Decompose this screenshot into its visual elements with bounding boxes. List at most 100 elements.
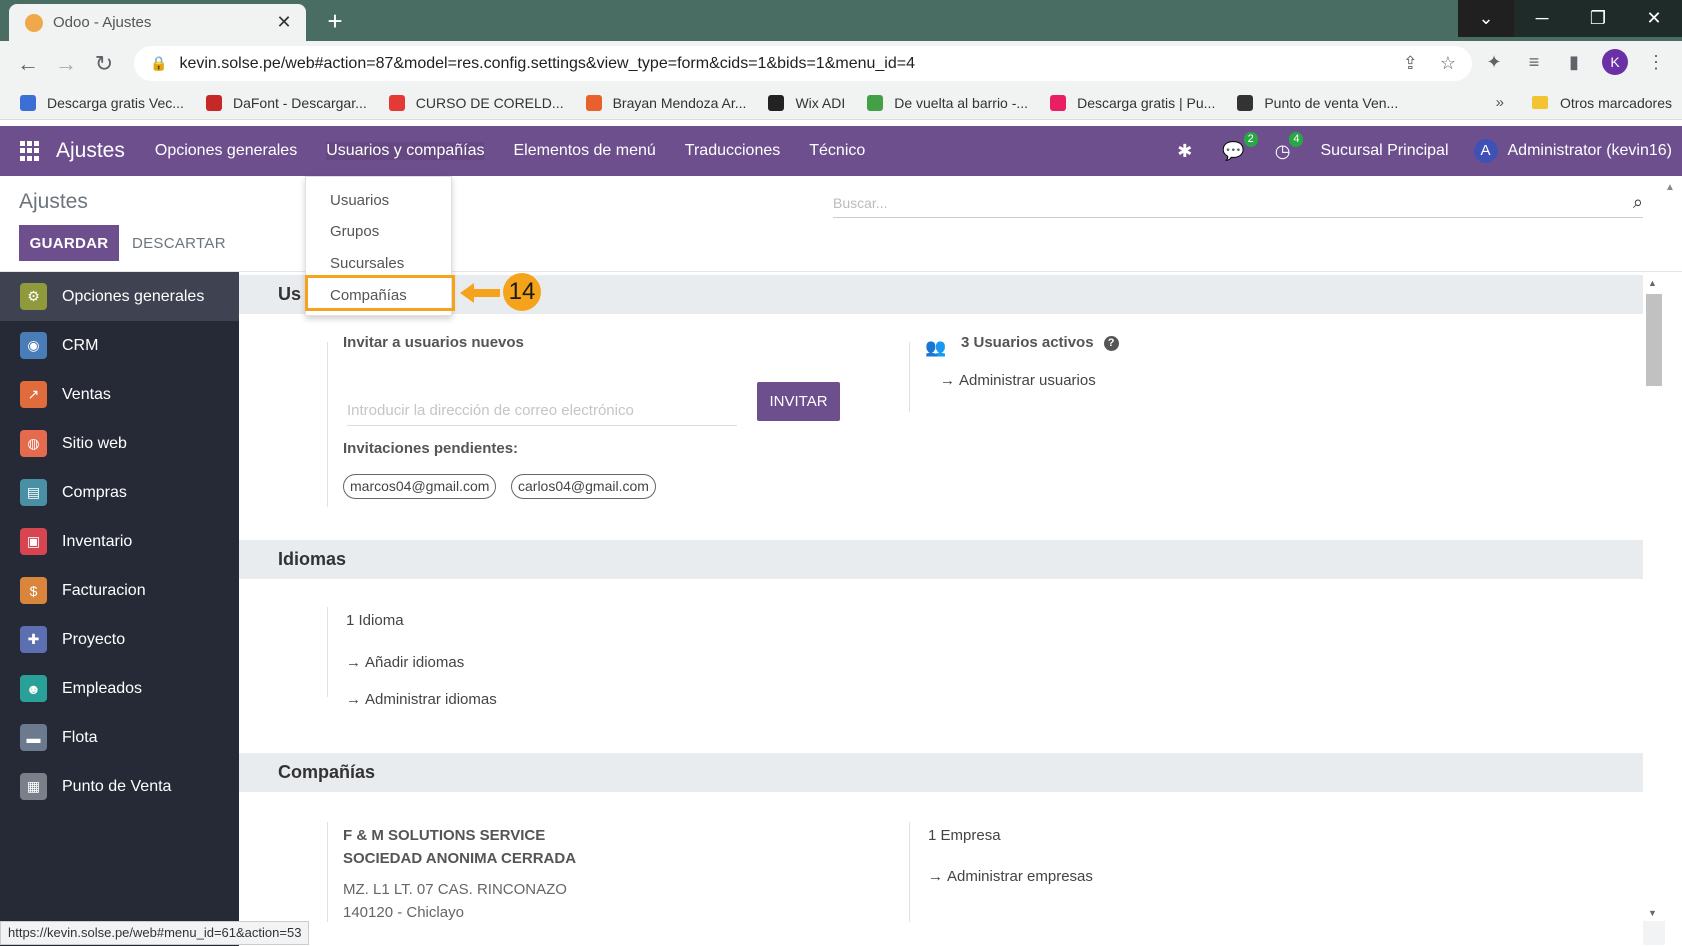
forward-arrow-icon[interactable]: →: [50, 48, 82, 80]
scroll-up-arrow-icon[interactable]: ▲: [1665, 182, 1675, 193]
settings-sidebar: ⚙ Opciones generales ◉ CRM ↗ Ventas ◍ Sitio web…: [0, 272, 239, 946]
url-text[interactable]: kevin.solse.pe/web#action=87&model=res.c…: [179, 55, 1380, 73]
user-avatar[interactable]: A: [1473, 139, 1498, 163]
bookmark-label: Descarga gratis Vec...: [47, 94, 184, 111]
more-menu-icon[interactable]: ⋮: [1644, 52, 1668, 73]
menu-tecnico[interactable]: Técnico: [809, 142, 865, 160]
sidebar-item[interactable]: ▣ Inventario: [0, 517, 239, 566]
sidebar-item-label: Inventario: [62, 532, 133, 550]
sidebar-item[interactable]: ✚ Proyecto: [0, 615, 239, 664]
divider: [909, 822, 910, 922]
reload-icon[interactable]: ↻: [88, 48, 120, 80]
address-bar[interactable]: 🔒 kevin.solse.pe/web#action=87&model=res…: [134, 46, 1472, 81]
more-bookmarks-icon[interactable]: »: [1496, 94, 1504, 111]
pending-invite-chip[interactable]: carlos04@gmail.com: [511, 474, 656, 499]
browser-tab[interactable]: Odoo - Ajustes ✕: [9, 4, 306, 41]
sidebar-item[interactable]: $ Facturacion: [0, 566, 239, 615]
restore-icon[interactable]: ❐: [1570, 0, 1626, 37]
manage-languages-link[interactable]: → Administrar idiomas: [346, 691, 497, 708]
sidebar-item-label: Sitio web: [62, 434, 127, 452]
app-icon: ◉: [20, 332, 47, 359]
sidebar-item-label: Flota: [62, 728, 98, 746]
extensions-icon[interactable]: ✦: [1482, 52, 1506, 73]
lock-icon: 🔒: [150, 55, 168, 71]
sidebar-item[interactable]: ◉ CRM: [0, 321, 239, 370]
branch-switcher[interactable]: Sucursal Principal: [1320, 142, 1448, 160]
side-panel-icon[interactable]: ▮: [1562, 52, 1586, 73]
bookmark-item[interactable]: De vuelta al barrio -...: [867, 94, 1028, 111]
manage-users-link[interactable]: → Administrar usuarios: [940, 372, 1096, 389]
window-controls: ⌄ ─ ❐ ✕: [1458, 0, 1682, 37]
app-icon: ▬: [20, 724, 47, 751]
new-tab-button[interactable]: +: [320, 6, 350, 36]
page-title: Ajustes: [19, 190, 88, 213]
activities-clock-icon[interactable]: ◷ 4: [1275, 131, 1304, 162]
odoo-navbar: Ajustes Opciones generales Usuarios y co…: [0, 126, 1682, 176]
bookmark-item[interactable]: Brayan Mendoza Ar...: [585, 94, 747, 111]
scroll-down-icon[interactable]: ▼: [1648, 908, 1657, 918]
browser-tab-bar: Odoo - Ajustes ✕ + ⌄ ─ ❐ ✕: [0, 0, 1682, 41]
menu-elementos-menu[interactable]: Elementos de menú: [513, 142, 655, 160]
app-menu-grid-icon[interactable]: [20, 141, 40, 161]
bookmark-item[interactable]: Descarga gratis Vec...: [20, 94, 184, 111]
other-bookmarks-folder[interactable]: Otros marcadores: [1531, 95, 1672, 111]
sidebar-item[interactable]: ◍ Sitio web: [0, 419, 239, 468]
save-button[interactable]: GUARDAR: [19, 225, 119, 261]
add-languages-link[interactable]: → Añadir idiomas: [346, 654, 464, 671]
user-menu[interactable]: Administrator (kevin16): [1508, 142, 1673, 160]
app-brand[interactable]: Ajustes: [56, 139, 125, 163]
sidebar-item-label: Opciones generales: [62, 287, 205, 305]
media-queue-icon[interactable]: ≡: [1522, 52, 1546, 73]
manage-companies-link[interactable]: → Administrar empresas: [928, 868, 1093, 885]
profile-avatar[interactable]: K: [1602, 49, 1628, 75]
menu-traducciones[interactable]: Traducciones: [685, 142, 780, 160]
bookmark-label: Brayan Mendoza Ar...: [612, 94, 747, 111]
debug-bug-icon[interactable]: ✱: [1177, 141, 1192, 162]
company-name-line-1: F & M SOLUTIONS SERVICE: [343, 827, 546, 844]
dropdown-item-grupos[interactable]: Grupos: [330, 223, 379, 240]
invite-email-input[interactable]: [347, 396, 737, 426]
scrollbar-thumb[interactable]: [1646, 294, 1662, 386]
sidebar-item[interactable]: ▤ Compras: [0, 468, 239, 517]
divider: [327, 607, 328, 697]
scroll-up-icon[interactable]: ▲: [1648, 278, 1657, 288]
dropdown-item-sucursales[interactable]: Sucursales: [330, 255, 404, 272]
bookmark-label: DaFont - Descargar...: [232, 94, 367, 111]
dropdown-item-usuarios[interactable]: Usuarios: [330, 192, 389, 209]
search-input[interactable]: [833, 194, 1633, 211]
close-tab-icon[interactable]: ✕: [274, 12, 294, 33]
sidebar-item-label: Empleados: [62, 679, 143, 697]
search-icon[interactable]: ⌕: [1633, 192, 1643, 213]
sidebar-item[interactable]: ▬ Flota: [0, 713, 239, 762]
bookmark-item[interactable]: Descarga gratis | Pu...: [1050, 94, 1216, 111]
main-scrollbar[interactable]: ▲ ▼: [1643, 276, 1665, 920]
help-icon[interactable]: ?: [1103, 335, 1119, 351]
add-languages-label: Añadir idiomas: [365, 654, 465, 671]
discard-button[interactable]: DESCARTAR: [132, 235, 226, 252]
divider: [909, 342, 910, 412]
invite-button[interactable]: INVITAR: [757, 382, 840, 421]
pending-invite-chip[interactable]: marcos04@gmail.com: [343, 474, 497, 499]
sidebar-item[interactable]: ☻ Empleados: [0, 664, 239, 713]
bookmark-item[interactable]: DaFont - Descargar...: [205, 94, 367, 111]
arrow-right-icon: →: [940, 372, 955, 389]
menu-usuarios-companias[interactable]: Usuarios y compañías: [326, 142, 485, 160]
bookmark-item[interactable]: Punto de venta Ven...: [1237, 94, 1398, 111]
close-window-icon[interactable]: ✕: [1626, 0, 1682, 37]
minimize-icon[interactable]: ─: [1514, 0, 1570, 37]
sidebar-item[interactable]: ▦ Punto de Venta: [0, 762, 239, 811]
scrollbar-corner: [1643, 921, 1665, 945]
menu-opciones-generales[interactable]: Opciones generales: [155, 142, 297, 160]
sidebar-item[interactable]: ↗ Ventas: [0, 370, 239, 419]
bookmark-star-icon[interactable]: ☆: [1440, 53, 1456, 74]
bookmark-label: Descarga gratis | Pu...: [1077, 94, 1216, 111]
section-header-languages: Idiomas: [239, 540, 1643, 579]
bookmark-item[interactable]: Wix ADI: [768, 94, 845, 111]
back-arrow-icon[interactable]: ←: [12, 48, 44, 80]
messages-icon[interactable]: 💬 2: [1222, 131, 1258, 162]
tab-search-icon[interactable]: ⌄: [1458, 0, 1514, 37]
sidebar-item[interactable]: ⚙ Opciones generales: [0, 272, 239, 321]
share-icon[interactable]: ⇪: [1403, 53, 1418, 74]
company-address-line-1: MZ. L1 LT. 07 CAS. RINCONAZO: [343, 881, 567, 898]
bookmark-item[interactable]: CURSO DE CORELD...: [388, 94, 564, 111]
